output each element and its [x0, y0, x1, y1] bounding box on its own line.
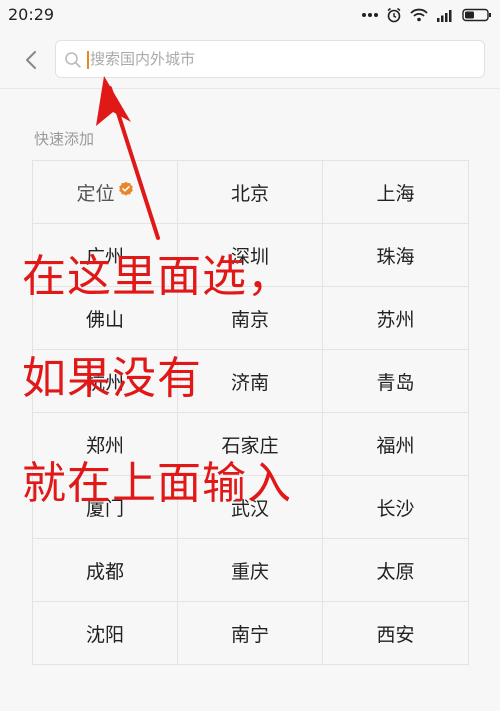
- search-icon: [65, 52, 81, 68]
- city-cell[interactable]: 杭州: [33, 350, 178, 413]
- status-icons: [362, 6, 492, 24]
- city-cell[interactable]: 上海: [323, 161, 469, 224]
- city-grid: 定位 北京 上海 广州 深圳 珠海 佛山 南京 苏州 杭州 济南 青岛 郑州 石…: [32, 160, 469, 665]
- city-label: 太原: [376, 560, 415, 583]
- city-cell[interactable]: 成都: [33, 539, 178, 602]
- city-label: 杭州: [85, 371, 124, 394]
- search-input[interactable]: [90, 41, 470, 77]
- city-cell[interactable]: 珠海: [323, 224, 469, 287]
- search-header: [0, 30, 500, 89]
- chevron-left-icon: [26, 51, 36, 69]
- back-button[interactable]: [18, 44, 46, 76]
- city-cell[interactable]: 重庆: [178, 539, 323, 602]
- city-cell[interactable]: 福州: [323, 413, 469, 476]
- status-time: 20:29: [8, 5, 55, 24]
- city-cell[interactable]: 青岛: [323, 350, 469, 413]
- city-cell[interactable]: 佛山: [33, 287, 178, 350]
- city-cell[interactable]: 苏州: [323, 287, 469, 350]
- city-cell[interactable]: 北京: [178, 161, 323, 224]
- city-label: 西安: [376, 623, 415, 646]
- city-label: 成都: [85, 560, 124, 583]
- city-label: 佛山: [85, 308, 124, 331]
- city-cell[interactable]: 郑州: [33, 413, 178, 476]
- city-label: 福州: [376, 434, 415, 457]
- location-check-icon: [118, 181, 133, 196]
- city-label: 苏州: [376, 308, 415, 331]
- city-label: 南宁: [230, 623, 269, 646]
- city-cell[interactable]: 深圳: [178, 224, 323, 287]
- city-cell[interactable]: 南京: [178, 287, 323, 350]
- city-label: 重庆: [230, 560, 269, 583]
- city-label: 上海: [376, 182, 415, 205]
- alarm-icon: [387, 7, 401, 23]
- wifi-icon: [410, 8, 428, 22]
- city-cell[interactable]: 厦门: [33, 476, 178, 539]
- city-cell[interactable]: 长沙: [323, 476, 469, 539]
- city-cell[interactable]: 沈阳: [33, 602, 178, 665]
- quick-add-title: 快速添加: [34, 130, 95, 148]
- text-cursor: [87, 51, 89, 69]
- city-label: 济南: [230, 371, 269, 394]
- city-label: 沈阳: [85, 623, 124, 646]
- city-label: 厦门: [85, 497, 124, 520]
- city-label: 石家庄: [221, 434, 279, 457]
- city-label: 青岛: [376, 371, 415, 394]
- city-cell[interactable]: 济南: [178, 350, 323, 413]
- city-label: 郑州: [85, 434, 124, 457]
- city-cell[interactable]: 武汉: [178, 476, 323, 539]
- status-bar: 20:29: [0, 0, 500, 30]
- city-label: 南京: [230, 308, 269, 331]
- city-label: 珠海: [376, 245, 415, 268]
- city-label: 深圳: [230, 245, 269, 268]
- signal-icon: [437, 10, 452, 22]
- city-cell[interactable]: 石家庄: [178, 413, 323, 476]
- more-dots-icon: [362, 13, 378, 17]
- city-label: 广州: [85, 245, 124, 268]
- city-label: 定位: [76, 182, 115, 205]
- city-label: 长沙: [376, 497, 415, 520]
- city-cell-location[interactable]: 定位: [33, 161, 178, 224]
- city-cell[interactable]: 太原: [323, 539, 469, 602]
- city-label: 武汉: [230, 497, 269, 520]
- search-box[interactable]: [55, 40, 485, 78]
- city-cell[interactable]: 广州: [33, 224, 178, 287]
- battery-icon: [462, 8, 491, 22]
- city-cell[interactable]: 西安: [323, 602, 469, 665]
- city-label: 北京: [230, 182, 269, 205]
- city-cell[interactable]: 南宁: [178, 602, 323, 665]
